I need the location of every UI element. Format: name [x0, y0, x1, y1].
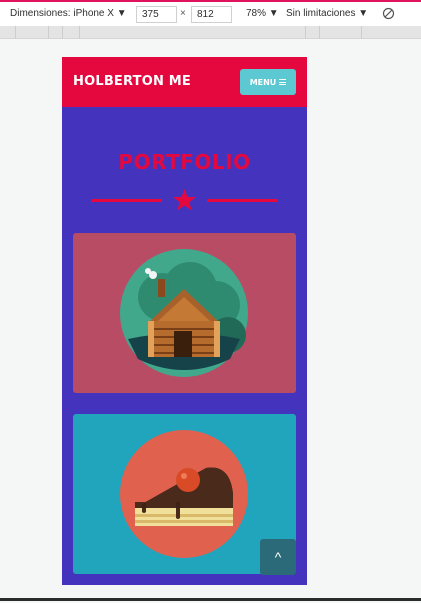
- star-icon: [173, 189, 196, 211]
- log-cabin-icon: [120, 249, 248, 377]
- scroll-to-top-button[interactable]: ^: [260, 539, 296, 575]
- device-width-input[interactable]: [136, 6, 177, 23]
- section-title: PORTFOLIO: [118, 150, 251, 174]
- menu-button[interactable]: MENU: [240, 69, 296, 95]
- menu-label: MENU: [249, 77, 277, 87]
- brand-logo[interactable]: HOLBERTON ME: [73, 74, 191, 89]
- divider-right: [207, 199, 278, 202]
- device-viewport: HOLBERTON ME MENU PORTFOLIO ^: [62, 57, 307, 585]
- device-dimensions-select[interactable]: Dimensiones: iPhone X ▼: [10, 8, 127, 19]
- rotate-icon[interactable]: [382, 7, 395, 20]
- chevron-up-icon: ^: [274, 549, 282, 565]
- devtools-device-toolbar: Dimensiones: iPhone X ▼ × 78% ▼ Sin limi…: [0, 0, 421, 26]
- site-header: HOLBERTON ME MENU: [62, 57, 307, 107]
- portfolio-card-cabin[interactable]: [73, 233, 296, 393]
- throttle-select[interactable]: Sin limitaciones ▼: [286, 8, 368, 19]
- device-height-input[interactable]: [191, 6, 232, 23]
- hamburger-icon: [279, 79, 287, 85]
- divider-left: [91, 199, 162, 202]
- zoom-select[interactable]: 78% ▼: [246, 8, 279, 19]
- cake-slice-icon: [120, 430, 248, 558]
- window-bottom-border: [0, 598, 421, 601]
- devtools-ruler: [0, 26, 421, 39]
- dimension-times-label: ×: [180, 8, 186, 19]
